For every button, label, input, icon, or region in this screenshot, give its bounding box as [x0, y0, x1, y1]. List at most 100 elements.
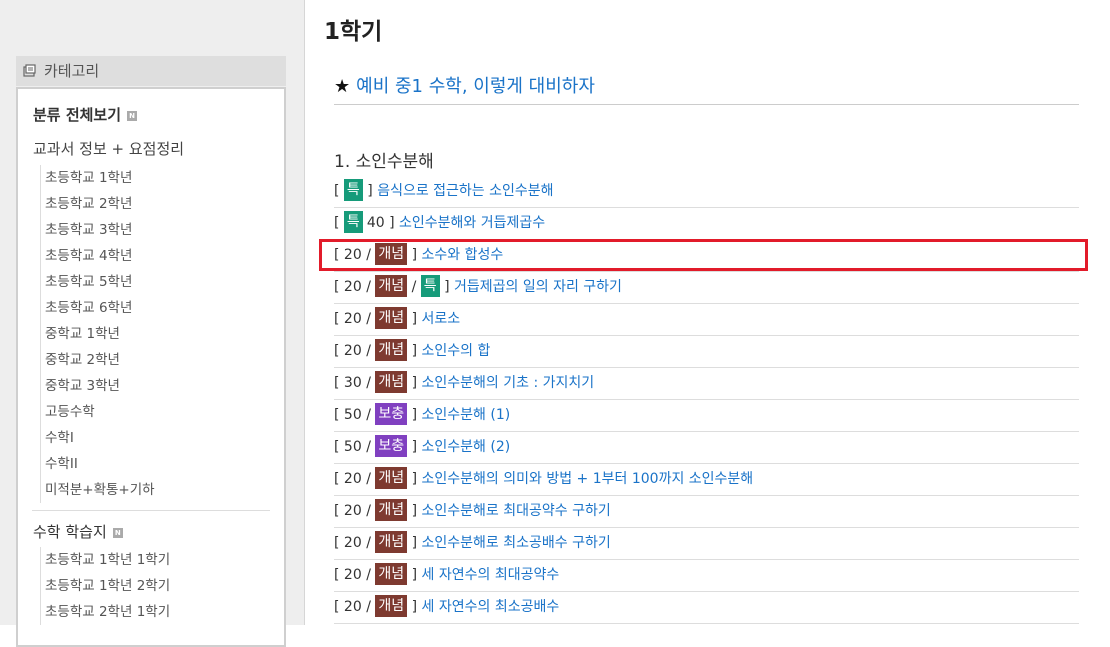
category-worksheet-link[interactable]: 수학 학습지 N — [33, 521, 123, 542]
post-link[interactable]: 거듭제곱의 일의 자리 구하기 — [454, 279, 622, 295]
post-link[interactable]: 음식으로 접근하는 소인수분해 — [377, 183, 553, 199]
category-all-label: 분류 전체보기 — [33, 106, 122, 124]
category-header[interactable]: 카테고리 — [16, 56, 286, 86]
bracket: ] — [439, 279, 455, 295]
divider — [32, 510, 270, 511]
separator: / — [361, 407, 376, 423]
highlight-box — [319, 239, 1088, 271]
post-link[interactable]: 소인수분해 (1) — [422, 407, 511, 423]
bracket: [ — [334, 343, 344, 359]
post-link[interactable]: 소인수분해의 기초 : 가지치기 — [422, 375, 595, 391]
bracket: [ — [334, 375, 344, 391]
item-number: 50 — [343, 439, 362, 455]
list-item: [ 20 / 개념 ] 소인수분해로 최소공배수 구하기 — [334, 528, 1079, 560]
list-item: [ 20 / 개념 ] 세 자연수의 최소공배수 — [334, 592, 1079, 624]
tag-badge: 개념 — [375, 371, 408, 393]
item-number: 20 — [343, 599, 362, 615]
tag-badge: 개념 — [375, 339, 408, 361]
bracket: ] — [407, 567, 422, 583]
sidebar-item[interactable]: 초등학교 1학년 1학기 — [45, 547, 170, 573]
bracket: ] — [407, 439, 422, 455]
sidebar-item[interactable]: 초등학교 2학년 1학기 — [45, 599, 170, 625]
post-link[interactable]: 세 자연수의 최소공배수 — [422, 599, 560, 615]
sidebar-item[interactable]: 수학II — [45, 451, 155, 477]
folder-icon — [23, 64, 36, 77]
tag-badge: 특 — [420, 275, 440, 297]
list-item: [ 20 / 개념 ] 소인수분해로 최대공약수 구하기 — [334, 496, 1079, 528]
item-number: 40 — [366, 215, 385, 231]
item-number: 30 — [343, 375, 362, 391]
item-number: 20 — [343, 311, 362, 327]
sidebar-item[interactable]: 초등학교 3학년 — [45, 217, 155, 243]
category-list: 분류 전체보기 N 교과서 정보 + 요점정리 초등학교 1학년 초등학교 2학년… — [16, 87, 286, 647]
bracket: ] — [407, 375, 422, 391]
bracket: ] — [407, 471, 422, 487]
sidebar-item[interactable]: 중학교 3학년 — [45, 373, 155, 399]
sidebar-item[interactable]: 수학I — [45, 425, 155, 451]
tag-badge: 보충 — [375, 435, 408, 457]
post-link[interactable]: 서로소 — [422, 311, 461, 327]
star-icon: ★ — [334, 76, 351, 97]
bracket: [ — [334, 535, 344, 551]
sidebar-item[interactable]: 초등학교 2학년 — [45, 191, 155, 217]
category-header-label: 카테고리 — [44, 62, 100, 80]
bracket: ] — [407, 311, 422, 327]
list-item: [ 20 / 개념 ] 소인수분해의 의미와 방법 + 1부터 100까지 소인… — [334, 464, 1079, 496]
new-badge: N — [112, 527, 123, 538]
list-item: [ 20 / 개념 ] 세 자연수의 최대공약수 — [334, 560, 1079, 592]
bracket: [ — [334, 215, 344, 231]
post-link[interactable]: 소인수분해 (2) — [422, 439, 511, 455]
sidebar-item[interactable]: 초등학교 4학년 — [45, 243, 155, 269]
sidebar-item[interactable]: 고등수학 — [45, 399, 155, 425]
item-number: 50 — [343, 407, 362, 423]
item-number: 20 — [343, 567, 362, 583]
bracket: ] — [407, 407, 422, 423]
bracket: [ — [334, 567, 344, 583]
bracket: [ — [334, 439, 344, 455]
bracket: [ — [334, 311, 344, 327]
sidebar-item[interactable]: 중학교 2학년 — [45, 347, 155, 373]
separator: / — [361, 279, 376, 295]
separator: / — [361, 343, 376, 359]
category-all-link[interactable]: 분류 전체보기 N — [33, 104, 138, 125]
post-link[interactable]: 소인수분해로 최소공배수 구하기 — [422, 535, 611, 551]
separator: / — [361, 439, 376, 455]
item-number: 20 — [343, 535, 362, 551]
sidebar-item[interactable]: 초등학교 6학년 — [45, 295, 155, 321]
sidebar-item[interactable]: 초등학교 1학년 2학기 — [45, 573, 170, 599]
preface-link[interactable]: 예비 중1 수학, 이렇게 대비하자 — [356, 76, 595, 97]
bracket: [ — [334, 407, 344, 423]
bracket: ] — [407, 599, 422, 615]
category-worksheet-label: 수학 학습지 — [33, 523, 107, 541]
sidebar-item[interactable]: 미적분+확통+기하 — [45, 477, 155, 503]
list-item: [ 30 / 개념 ] 소인수분해의 기초 : 가지치기 — [334, 368, 1079, 400]
item-number: 20 — [343, 343, 362, 359]
sidebar-item[interactable]: 초등학교 1학년 — [45, 165, 155, 191]
post-link[interactable]: 소인수분해로 최대공약수 구하기 — [422, 503, 611, 519]
tag-badge: 개념 — [375, 563, 408, 585]
bracket: [ — [334, 503, 344, 519]
tag-badge: 특 — [343, 211, 363, 233]
sidebar-item[interactable]: 중학교 1학년 — [45, 321, 155, 347]
separator: / — [361, 535, 376, 551]
bracket: [ — [334, 279, 344, 295]
section-heading: 1. 소인수분해 — [334, 152, 434, 172]
item-number: 20 — [343, 471, 362, 487]
bracket: ] — [384, 215, 400, 231]
post-link[interactable]: 소인수의 합 — [422, 343, 491, 359]
page-title: 1학기 — [324, 19, 383, 45]
category-textbook-info[interactable]: 교과서 정보 + 요점정리 — [33, 138, 184, 159]
sidebar-item[interactable]: 초등학교 5학년 — [45, 269, 155, 295]
post-link[interactable]: 세 자연수의 최대공약수 — [422, 567, 560, 583]
tag-badge: 보충 — [375, 403, 408, 425]
post-link[interactable]: 소인수분해와 거듭제곱수 — [399, 215, 545, 231]
item-number: 20 — [343, 279, 362, 295]
tag-badge: 개념 — [375, 275, 408, 297]
main-content: 1학기 ★ 예비 중1 수학, 이렇게 대비하자 1. 소인수분해 [ 특 ] 음… — [306, 0, 1110, 625]
bracket: [ — [334, 599, 344, 615]
list-item: [ 20 / 개념 ] 소인수의 합 — [334, 336, 1079, 368]
list-item: [ 50 / 보충 ] 소인수분해 (2) — [334, 432, 1079, 464]
bracket: ] — [407, 535, 422, 551]
list-item: [ 20 / 개념 ] 서로소 — [334, 304, 1079, 336]
post-link[interactable]: 소인수분해의 의미와 방법 + 1부터 100까지 소인수분해 — [422, 471, 754, 487]
